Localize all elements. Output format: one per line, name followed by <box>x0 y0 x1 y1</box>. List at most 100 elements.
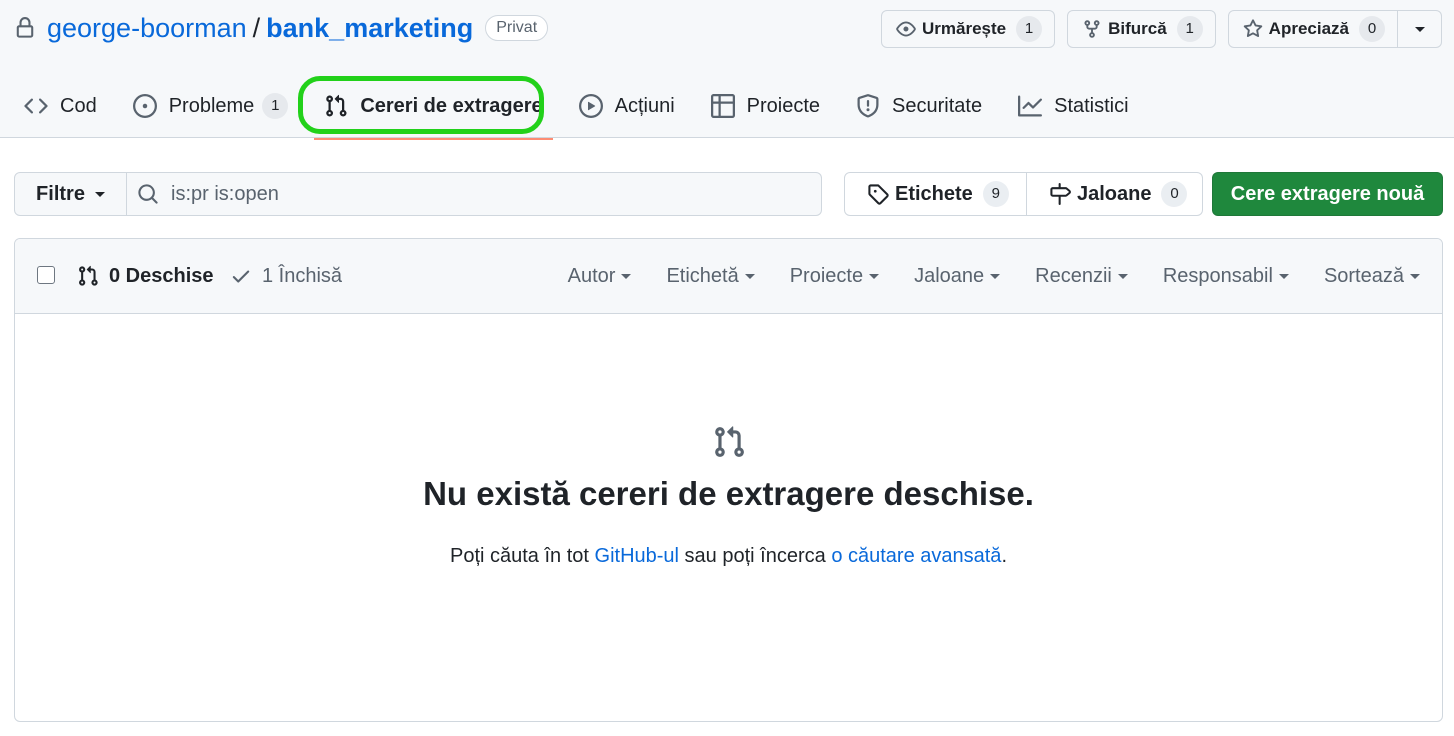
fork-count: 1 <box>1176 16 1203 42</box>
filter-label: Proiecte <box>789 264 864 287</box>
milestones-label: Jaloane <box>1077 182 1152 205</box>
tab-label: Cod <box>60 94 97 117</box>
tab-projects[interactable]: Proiecte <box>701 80 830 132</box>
blankslate-title: Nu există cereri de extragere deschise. <box>423 475 1034 512</box>
labels-button[interactable]: Etichete 9 <box>844 172 1027 216</box>
issues-count: 1 <box>262 93 289 119</box>
tab-label: Cereri de extragere <box>360 94 543 117</box>
repo-nav-tabs: Cod Probleme 1 Cereri de extragere Acțiu… <box>14 80 1155 140</box>
chevron-down-icon <box>869 273 880 279</box>
fork-button[interactable]: Bifurcă 1 <box>1067 10 1216 48</box>
chevron-down-icon <box>94 191 105 197</box>
filters-label: Filtre <box>36 182 85 205</box>
code-icon <box>24 94 48 118</box>
desc-text: sau poți încerca <box>679 545 832 567</box>
filter-label: Autor <box>567 264 616 287</box>
search-icon <box>137 183 159 205</box>
search-input[interactable] <box>169 181 809 207</box>
milestones-filter[interactable]: Jaloane <box>914 264 1001 288</box>
watch-count: 1 <box>1016 16 1043 42</box>
filter-label: Etichetă <box>666 264 739 287</box>
chevron-down-icon <box>990 273 1001 279</box>
pull-request-icon <box>712 425 746 459</box>
tag-icon <box>867 183 889 205</box>
graph-icon <box>1018 94 1043 118</box>
pull-request-icon <box>77 265 99 287</box>
chevron-down-icon <box>621 273 632 279</box>
milestone-icon <box>1049 183 1071 205</box>
tab-label: Statistici <box>1054 94 1129 117</box>
repo-owner-link[interactable]: george-boorman <box>47 13 247 44</box>
search-box <box>127 172 822 216</box>
reviews-filter[interactable]: Recenzii <box>1035 265 1128 288</box>
tab-label: Proiecte <box>746 94 821 117</box>
labels-milestones-group: Etichete 9 Jaloane 0 <box>844 172 1203 216</box>
label-filter[interactable]: Etichetă <box>666 264 755 288</box>
tab-label: Securitate <box>892 94 983 117</box>
tab-code[interactable]: Cod <box>14 80 107 132</box>
lock-icon <box>14 17 36 39</box>
fork-label: Bifurcă <box>1108 19 1167 38</box>
tab-label: Probleme <box>168 94 255 117</box>
star-count: 0 <box>1359 16 1385 42</box>
sort-dropdown[interactable]: Sortează <box>1324 265 1420 288</box>
repo-header: george-boorman / bank_marketing Privat U… <box>0 0 1454 140</box>
shield-icon <box>856 94 880 118</box>
star-list-dropdown[interactable] <box>1398 10 1442 48</box>
pull-request-icon <box>324 94 348 118</box>
tab-issues[interactable]: Probleme 1 <box>123 80 299 132</box>
filter-label: Sortează <box>1323 264 1404 287</box>
star-label: Apreciază <box>1268 19 1349 38</box>
path-separator: / <box>252 12 261 43</box>
watch-button[interactable]: Urmărește 1 <box>880 10 1056 48</box>
watch-label: Urmărește <box>921 19 1007 38</box>
filter-bar: Filtre <box>14 172 822 216</box>
milestones-count: 0 <box>1161 181 1188 207</box>
desc-text: Poți căuta în tot <box>449 545 595 567</box>
list-header: 0 Deschise 1 Închisă Autor Etichetă Proi… <box>15 239 1442 314</box>
repo-name-link[interactable]: bank_marketing <box>266 13 473 44</box>
filters-dropdown-button[interactable]: Filtre <box>14 172 127 216</box>
tab-actions[interactable]: Acțiuni <box>569 80 685 132</box>
tab-insights[interactable]: Statistici <box>1008 80 1138 132</box>
closed-count-label: 1 Închisă <box>262 264 343 287</box>
chevron-down-icon <box>1414 26 1425 32</box>
star-button[interactable]: Apreciază 0 <box>1227 10 1398 48</box>
closed-filter-link[interactable]: 1 Închisă <box>230 261 342 291</box>
select-all-checkbox[interactable] <box>37 266 55 284</box>
list-filters: Autor Etichetă Proiecte Jaloane Recenzii… <box>533 261 1420 291</box>
tab-label: Acțiuni <box>614 94 675 117</box>
star-icon <box>1243 19 1263 39</box>
star-group: Apreciază 0 <box>1227 10 1442 48</box>
play-icon <box>578 94 603 118</box>
blankslate: Nu există cereri de extragere deschise. … <box>15 315 1442 721</box>
github-search-link[interactable]: GitHub-ul <box>595 545 679 567</box>
blankslate-description: Poți căuta în tot GitHub-ul sau poți înc… <box>15 545 1442 568</box>
assignee-filter[interactable]: Responsabil <box>1163 265 1289 288</box>
table-icon <box>710 94 735 118</box>
pull-request-list: 0 Deschise 1 Închisă Autor Etichetă Proi… <box>14 238 1443 722</box>
repo-title-row: george-boorman / bank_marketing Privat <box>14 8 549 48</box>
advanced-search-link[interactable]: o căutare avansată <box>831 545 1001 567</box>
fork-icon <box>1082 19 1102 39</box>
filter-label: Recenzii <box>1035 264 1112 287</box>
tab-security[interactable]: Securitate <box>846 80 992 132</box>
new-pull-request-button[interactable]: Cere extragere nouă <box>1212 172 1443 216</box>
check-icon <box>230 265 252 287</box>
chevron-down-icon <box>1278 273 1289 279</box>
author-filter[interactable]: Autor <box>568 265 632 288</box>
eye-icon <box>896 19 916 39</box>
milestones-button[interactable]: Jaloane 0 <box>1027 172 1203 216</box>
filter-label: Jaloane <box>914 264 985 287</box>
labels-label: Etichete <box>895 182 973 205</box>
visibility-badge: Privat <box>485 15 549 41</box>
open-filter-link[interactable]: 0 Deschise <box>77 261 214 291</box>
tab-pull-requests[interactable]: Cereri de extragere <box>314 80 553 140</box>
labels-count: 9 <box>982 181 1009 207</box>
chevron-down-icon <box>1117 273 1128 279</box>
repo-actions: Urmărește 1 Bifurcă 1 Apreciază 0 <box>880 10 1442 48</box>
chevron-down-icon <box>744 273 755 279</box>
open-count-label: 0 Deschise <box>109 264 214 287</box>
issue-icon <box>132 94 157 118</box>
projects-filter[interactable]: Proiecte <box>789 264 880 288</box>
